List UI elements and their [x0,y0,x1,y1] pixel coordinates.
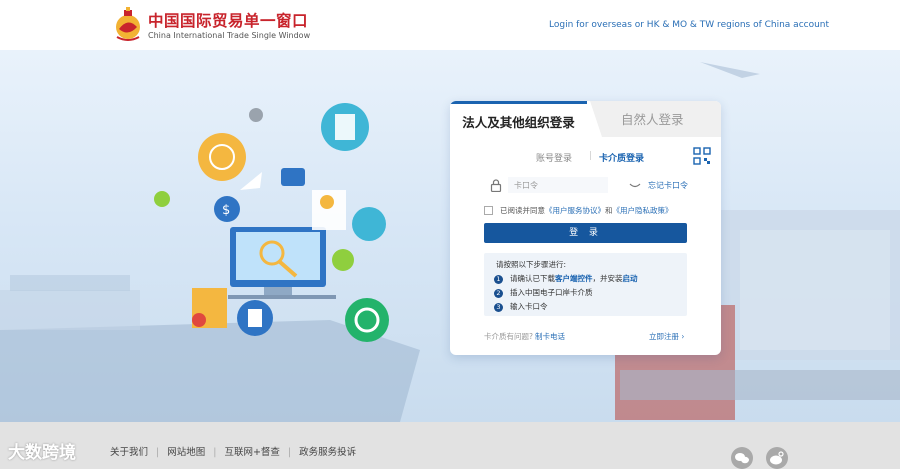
forgot-pin-link[interactable]: 忘记卡口令 [648,180,688,191]
card-problem-label: 卡介质有问题? [484,332,533,341]
site-footer: 关于我们 | 网站地图 | 互联网+督查 | 政务服务投诉 [0,422,900,469]
subtab-separator: | [589,151,593,161]
subtab-account-login[interactable]: 账号登录 [536,151,572,164]
watermark-text: 大数跨境 [8,443,76,463]
overseas-login-link[interactable]: Login for overseas or HK & MO & TW regio… [549,20,829,30]
tab-natural-person-login[interactable]: 自然人登录 [587,101,721,137]
step-text: 请确认已下载 [510,274,555,283]
agreement-checkbox[interactable] [484,206,493,215]
footer-link-complaint[interactable]: 政务服务投诉 [299,447,356,458]
lock-icon [490,179,502,192]
login-card: 自然人登录 法人及其他组织登录 账号登录 | 卡介质登录 忘记卡口令 已阅读并同… [450,101,721,355]
footer-separator: | [156,447,160,458]
step-number: 3 [494,302,503,312]
footer-separator: | [287,447,292,458]
single-window-logo-icon[interactable] [113,7,143,43]
eye-closed-icon[interactable] [629,181,641,190]
login-method-switch: 账号登录 | 卡介质登录 [450,147,721,167]
footer-separator: | [213,447,217,458]
client-control-link[interactable]: 客户端控件 [555,274,593,283]
pin-field-row: 忘记卡口令 [486,177,688,195]
footer-links: 关于我们 | 网站地图 | 互联网+督查 | 政务服务投诉 [110,444,356,458]
step-text: ，并安装 [592,274,623,283]
weibo-icon[interactable] [766,447,788,469]
start-link[interactable]: 启动 [623,274,638,283]
site-header: 中国国际贸易单一窗口 China International Trade Sin… [0,0,900,50]
hero-banner: $ 自然人登录 法人及其他组织登录 账号登录 | 卡介质登录 忘记卡口令 已阅读… [0,50,900,422]
footer-link-sitemap[interactable]: 网站地图 [167,447,205,458]
step-text: 插入中国电子口岸卡介质 [510,288,593,297]
wechat-icon[interactable] [731,447,753,469]
step-1: 1 请确认已下载客户端控件，并安装启动 [494,273,638,284]
register-link[interactable]: 立即注册 › [649,331,684,342]
subtab-card-login[interactable]: 卡介质登录 [599,151,644,164]
step-number: 1 [494,274,503,284]
svg-text:$: $ [222,203,230,218]
card-footer: 卡介质有问题? 制卡电话 立即注册 › [484,331,694,343]
agreement-and: 和 [605,206,613,215]
step-number: 2 [494,288,503,298]
tab-legal-entity-login[interactable]: 法人及其他组织登录 [450,101,587,137]
step-text: 输入卡口令 [510,302,548,311]
card-pin-input[interactable] [508,177,608,193]
qr-code-icon[interactable] [693,147,711,165]
step-2: 2 插入中国电子口岸卡介质 [494,287,593,298]
agreement-prefix: 已阅读并同意 [500,206,545,215]
card-phone-link[interactable]: 制卡电话 [535,331,565,342]
agreement-row: 已阅读并同意《用户服务协议》和《用户隐私政策》 [484,205,714,217]
steps-box: 请按照以下步骤进行: 1 请确认已下载客户端控件，并安装启动 2 插入中国电子口岸卡… [484,253,687,316]
agreement-text: 已阅读并同意《用户服务协议》和《用户隐私政策》 [500,205,673,216]
service-agreement-link[interactable]: 《用户服务协议》 [545,206,605,215]
footer-link-about[interactable]: 关于我们 [110,447,148,458]
site-title-cn[interactable]: 中国国际贸易单一窗口 [148,9,308,31]
steps-title: 请按照以下步骤进行: [496,260,567,269]
privacy-policy-link[interactable]: 《用户隐私政策》 [613,206,673,215]
site-title-en: China International Trade Single Window [148,31,311,40]
login-button[interactable]: 登 录 [484,223,687,243]
step-3: 3 输入卡口令 [494,301,548,312]
footer-link-supervision[interactable]: 互联网+督查 [224,447,279,458]
